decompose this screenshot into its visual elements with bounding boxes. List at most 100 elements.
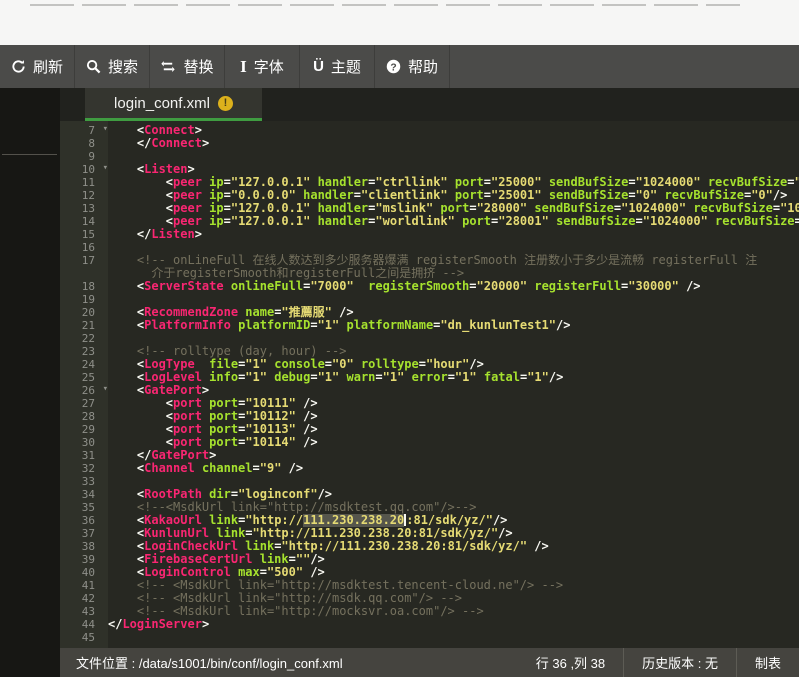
code-line[interactable]: 9: [60, 150, 799, 163]
code-line[interactable]: 44</LoginServer>: [60, 618, 799, 631]
code-text: <RecommendZone name="推薦服" />: [108, 306, 799, 319]
code-line[interactable]: 16: [60, 241, 799, 254]
code-line[interactable]: 45: [60, 631, 799, 644]
code-line[interactable]: 7▾ <Connect>: [60, 124, 799, 137]
line-number: 37: [60, 527, 108, 540]
code-line[interactable]: 20 <RecommendZone name="推薦服" />: [60, 306, 799, 319]
code-line[interactable]: 32 <Channel channel="9" />: [60, 462, 799, 475]
code-line[interactable]: 21 <PlatformInfo platformID="1" platform…: [60, 319, 799, 332]
help-button[interactable]: ? 帮助: [375, 45, 450, 88]
fold-toggle-icon[interactable]: ▾: [103, 123, 108, 136]
replace-label: 替换: [183, 56, 213, 77]
code-line[interactable]: 38 <LoginCheckUrl link="http://111.230.2…: [60, 540, 799, 553]
line-number: 35: [60, 501, 108, 514]
code-line[interactable]: 22: [60, 332, 799, 345]
cursor-position: 行 36 ,列 38: [518, 653, 623, 672]
help-icon: ?: [386, 59, 401, 74]
tab-info: 制表: [737, 653, 799, 672]
code-text: <FirebaseCertUrl link=""/>: [108, 553, 799, 566]
code-text: <ServerState onlineFull="7000" registerS…: [108, 280, 799, 293]
line-number: 38: [60, 540, 108, 553]
fold-toggle-icon[interactable]: ▾: [103, 383, 108, 396]
code-rows: 7▾ <Connect>8 </Connect>910▾ <Listen>11 …: [60, 124, 799, 644]
line-number: 11: [60, 176, 108, 189]
code-text: <!-- rolltype (day, hour) -->: [108, 345, 799, 358]
code-text: <port port="10112" />: [108, 410, 799, 423]
code-line[interactable]: 介于registerSmooth和registerFull之间是拥挤 -->: [60, 267, 799, 280]
sidebar-divider: [2, 154, 57, 155]
search-button[interactable]: 搜索: [75, 45, 150, 88]
replace-button[interactable]: 替换: [150, 45, 225, 88]
code-line[interactable]: 24 <LogType file="1" console="0" rolltyp…: [60, 358, 799, 371]
code-line[interactable]: 40 <LoginControl max="500" />: [60, 566, 799, 579]
code-line[interactable]: 13 <peer ip="127.0.0.1" handler="mslink"…: [60, 202, 799, 215]
code-text: <peer ip="127.0.0.1" handler="mslink" po…: [108, 202, 799, 215]
code-text: <KunlunUrl link="http://111.230.238.20:8…: [108, 527, 799, 540]
code-line[interactable]: 29 <port port="10113" />: [60, 423, 799, 436]
file-location: 文件位置 : /data/s1001/bin/conf/login_conf.x…: [60, 653, 518, 672]
code-text: </GatePort>: [108, 449, 799, 462]
code-line[interactable]: 34 <RootPath dir="loginconf"/>: [60, 488, 799, 501]
search-label: 搜索: [108, 56, 138, 77]
code-editor[interactable]: 7▾ <Connect>8 </Connect>910▾ <Listen>11 …: [60, 121, 799, 648]
code-line[interactable]: 30 <port port="10114" />: [60, 436, 799, 449]
code-text: <peer ip="127.0.0.1" handler="worldlink"…: [108, 215, 799, 228]
code-line[interactable]: 10▾ <Listen>: [60, 163, 799, 176]
code-line[interactable]: 37 <KunlunUrl link="http://111.230.238.2…: [60, 527, 799, 540]
code-text: <!-- <MsdkUrl link="http://msdk.qq.com"/…: [108, 592, 799, 605]
code-text: </Listen>: [108, 228, 799, 241]
line-number: 17: [60, 254, 108, 267]
code-line[interactable]: 35 <!--<MsdkUrl link="http://msdktest.qq…: [60, 501, 799, 514]
browser-tabs-edge: [30, 4, 740, 6]
code-line[interactable]: 19: [60, 293, 799, 306]
left-sidebar-panel: [0, 88, 60, 677]
line-number: 13: [60, 202, 108, 215]
code-line[interactable]: 25 <LogLevel info="1" debug="1" warn="1"…: [60, 371, 799, 384]
code-line[interactable]: 11 <peer ip="127.0.0.1" handler="ctrllin…: [60, 176, 799, 189]
theme-button[interactable]: Ü 主题: [300, 45, 375, 88]
code-line[interactable]: 18 <ServerState onlineFull="7000" regist…: [60, 280, 799, 293]
line-number: 10▾: [60, 163, 108, 176]
line-number: 36: [60, 514, 108, 527]
code-text: <LogType file="1" console="0" rolltype="…: [108, 358, 799, 371]
tab-login-conf-xml[interactable]: login_conf.xml !: [85, 88, 262, 121]
code-line[interactable]: 36 <KakaoUrl link="http://111.230.238.20…: [60, 514, 799, 527]
line-number: 44: [60, 618, 108, 631]
line-number: 21: [60, 319, 108, 332]
code-line[interactable]: 14 <peer ip="127.0.0.1" handler="worldli…: [60, 215, 799, 228]
line-number: 8: [60, 137, 108, 150]
code-line[interactable]: 39 <FirebaseCertUrl link=""/>: [60, 553, 799, 566]
editor-toolbar: 刷新 搜索 替换 I 字体 Ü 主题 ? 帮助: [0, 45, 799, 88]
status-bar: 文件位置 : /data/s1001/bin/conf/login_conf.x…: [60, 648, 799, 677]
code-text: </LoginServer>: [108, 618, 799, 631]
line-number: 20: [60, 306, 108, 319]
font-button[interactable]: I 字体: [225, 45, 300, 88]
code-line[interactable]: 31 </GatePort>: [60, 449, 799, 462]
code-line[interactable]: 17 <!-- onLineFull 在线人数达到多少服务器爆满 registe…: [60, 254, 799, 267]
fold-toggle-icon[interactable]: ▾: [103, 162, 108, 175]
code-text: [108, 475, 799, 488]
code-text: <!--<MsdkUrl link="http://msdktest.qq.co…: [108, 501, 799, 514]
line-number: 39: [60, 553, 108, 566]
refresh-button[interactable]: 刷新: [0, 45, 75, 88]
code-line[interactable]: 12 <peer ip="0.0.0.0" handler="clientlin…: [60, 189, 799, 202]
line-number: 15: [60, 228, 108, 241]
code-line[interactable]: 8 </Connect>: [60, 137, 799, 150]
code-line[interactable]: 27 <port port="10111" />: [60, 397, 799, 410]
code-line[interactable]: 42 <!-- <MsdkUrl link="http://msdk.qq.co…: [60, 592, 799, 605]
code-text: <LoginControl max="500" />: [108, 566, 799, 579]
code-text: <peer ip="127.0.0.1" handler="ctrllink" …: [108, 176, 799, 189]
code-line[interactable]: 41 <!-- <MsdkUrl link="http://msdktest.t…: [60, 579, 799, 592]
code-line[interactable]: 15 </Listen>: [60, 228, 799, 241]
code-line[interactable]: 33: [60, 475, 799, 488]
code-text: <!-- <MsdkUrl link="http://mocksvr.oa.co…: [108, 605, 799, 618]
line-number: 18: [60, 280, 108, 293]
line-number: 23: [60, 345, 108, 358]
code-line[interactable]: 43 <!-- <MsdkUrl link="http://mocksvr.oa…: [60, 605, 799, 618]
code-line[interactable]: 23 <!-- rolltype (day, hour) -->: [60, 345, 799, 358]
code-line[interactable]: 28 <port port="10112" />: [60, 410, 799, 423]
line-number: 31: [60, 449, 108, 462]
code-line[interactable]: 26▾ <GatePort>: [60, 384, 799, 397]
history-version[interactable]: 历史版本 : 无: [624, 653, 736, 672]
line-number: 25: [60, 371, 108, 384]
